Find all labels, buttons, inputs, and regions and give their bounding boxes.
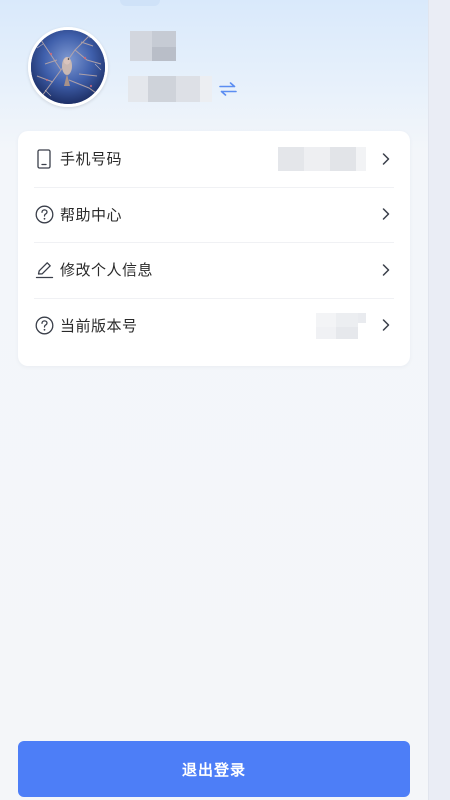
menu-item-help-center[interactable]: 帮助中心 xyxy=(18,186,410,243)
chevron-right-icon xyxy=(380,152,392,166)
menu-item-label: 修改个人信息 xyxy=(60,261,154,280)
logout-button[interactable]: 退出登录 xyxy=(18,741,410,797)
swap-arrows-icon[interactable] xyxy=(218,79,238,99)
chevron-right-icon xyxy=(380,318,392,332)
user-id-redacted xyxy=(128,76,212,102)
pencil-icon xyxy=(34,260,54,280)
question-circle-icon xyxy=(34,315,54,335)
user-name-redacted xyxy=(130,31,176,61)
phone-icon xyxy=(34,149,54,169)
settings-menu-card: 手机号码 帮助中心 修改个人信息 当前版本号 xyxy=(18,131,410,366)
side-panel-edge xyxy=(428,0,450,800)
menu-item-edit-profile[interactable]: 修改个人信息 xyxy=(18,242,410,298)
menu-item-label: 当前版本号 xyxy=(60,316,138,335)
menu-item-phone[interactable]: 手机号码 xyxy=(18,131,410,187)
menu-item-label: 帮助中心 xyxy=(60,205,123,224)
user-id-row xyxy=(128,76,238,102)
chevron-right-icon xyxy=(380,263,392,277)
question-circle-icon xyxy=(34,204,54,224)
chevron-right-icon xyxy=(380,207,392,221)
phone-value-redacted xyxy=(278,146,366,171)
version-value-redacted xyxy=(316,313,366,340)
profile-screen: 手机号码 帮助中心 修改个人信息 当前版本号 退出登录 xyxy=(0,0,428,800)
menu-item-version[interactable]: 当前版本号 xyxy=(18,297,410,354)
avatar-photo-icon xyxy=(31,30,105,104)
top-decoration xyxy=(120,0,160,6)
avatar[interactable] xyxy=(28,27,108,107)
menu-item-label: 手机号码 xyxy=(60,150,123,169)
